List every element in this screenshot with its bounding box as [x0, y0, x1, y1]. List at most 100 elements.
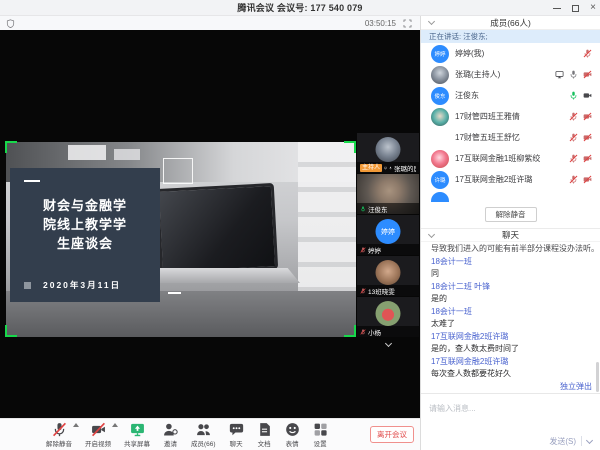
chat-input[interactable]	[429, 404, 592, 413]
avatar	[431, 129, 449, 147]
member-row[interactable]: 17财管四班王雅倩	[421, 106, 600, 127]
member-row[interactable]: 张璐(主持人)	[421, 64, 600, 85]
thumbnail-name: 张璐的屏幕共...	[394, 163, 416, 173]
thumbnail-name: 婷婷	[368, 245, 381, 255]
mic-off-icon	[569, 133, 578, 142]
share-corner-bracket	[5, 141, 17, 153]
caret-up-icon[interactable]	[112, 423, 118, 427]
chat-sender-name: 17互联网金融2班许璐	[421, 331, 600, 344]
share-corner-bracket	[5, 325, 17, 337]
member-name: 17财管四班王雅倩	[455, 111, 563, 122]
chat-scrollbar[interactable]	[596, 362, 599, 392]
avatar	[431, 66, 449, 84]
shield-icon	[6, 19, 15, 28]
slide-dash-decoration	[24, 180, 40, 182]
mic-on-icon	[360, 206, 366, 212]
toolbar-docs-button[interactable]: 文档	[257, 422, 272, 448]
member-row[interactable]: 17财管五班王舒忆	[421, 127, 600, 148]
member-row[interactable]: 许璐 17互联网金融2班许璐	[421, 169, 600, 190]
chat-icon	[229, 422, 244, 437]
avatar: 婷婷	[376, 219, 401, 244]
slide-date: 2020年3月11日	[43, 279, 121, 291]
window-title: 腾讯会议 会议号: 177 540 079	[237, 1, 362, 14]
toolbar-share-screen-button[interactable]: 共享屏幕	[124, 422, 150, 448]
avatar: 婷婷	[431, 45, 449, 63]
stage-toolbar: 03:50:15	[0, 16, 420, 30]
thumbnails-collapse-button[interactable]	[357, 339, 419, 349]
thumbnail-name: 小杨	[368, 327, 381, 337]
toolbar-unmute-button[interactable]: 解除静音	[46, 422, 72, 448]
chevron-down-icon[interactable]	[428, 18, 435, 25]
photo-shelf	[298, 142, 356, 300]
popout-chat-link[interactable]: 独立弹出	[421, 380, 600, 393]
send-button[interactable]: 发送(S)	[549, 436, 576, 447]
slide-dash-decoration	[168, 292, 181, 294]
video-thumbnail[interactable]: 汪俊东	[357, 174, 419, 214]
bottom-toolbar: 解除静音 开启视频 共享屏幕 邀请 成员(66) 聊天 文档	[0, 418, 420, 450]
camera-muted-icon	[91, 422, 106, 437]
chat-sender-name: 18会计二班 叶锋	[421, 281, 600, 294]
mic-off-icon	[360, 329, 366, 335]
chevron-down-icon[interactable]	[586, 436, 593, 443]
video-thumbnail-host-share[interactable]: 主持人 张璐的屏幕共...	[357, 133, 419, 173]
chat-panel-title: 聊天	[502, 229, 519, 241]
toolbar-start-video-button[interactable]: 开启视频	[85, 422, 111, 448]
close-button[interactable]: ×	[590, 0, 596, 16]
maximize-button[interactable]	[572, 5, 579, 12]
mic-off-icon	[569, 112, 578, 121]
chat-sender-name: 18会计一班	[421, 306, 600, 319]
toolbar-chat-button[interactable]: 聊天	[229, 422, 244, 448]
settings-icon	[313, 422, 328, 437]
member-name: 汪俊东	[455, 90, 563, 101]
member-name: 17互联网金融1班柳紫绞	[455, 153, 563, 164]
mic-on-icon	[569, 91, 578, 100]
video-thumbnail[interactable]: 小杨	[357, 297, 419, 337]
tencent-meeting-window: 腾讯会议 会议号: 177 540 079 × 03:50:15	[0, 0, 600, 450]
minimize-button[interactable]	[553, 8, 561, 9]
chat-message: 是的	[421, 293, 600, 306]
video-thumbnail[interactable]: 13班晓雯	[357, 256, 419, 296]
chevron-down-icon	[384, 339, 391, 346]
video-thumbnail[interactable]: 婷婷 婷婷	[357, 215, 419, 255]
member-row[interactable]: 婷婷 婷婷(我)	[421, 43, 600, 64]
members-panel-header: 成员(66人)	[421, 16, 600, 30]
member-name: 17互联网金融2班许璐	[455, 174, 563, 185]
mic-icon	[569, 70, 578, 79]
toolbar-settings-button[interactable]: 设置	[313, 422, 328, 448]
member-name: 婷婷(我)	[455, 48, 577, 59]
member-name: 17财管五班王舒忆	[455, 132, 563, 143]
toolbar-emoji-button[interactable]: 表情	[285, 422, 300, 448]
host-badge: 主持人	[360, 164, 382, 172]
laptop-screen	[156, 183, 278, 275]
toolbar-members-button[interactable]: 成员(66)	[191, 422, 216, 448]
thumbnail-name: 汪俊东	[368, 204, 388, 214]
divider	[581, 436, 582, 446]
mic-off-icon	[360, 288, 366, 294]
screen-share-icon	[130, 422, 145, 437]
chat-panel-header: 聊天	[421, 228, 600, 242]
chat-input-area	[421, 393, 600, 432]
camera-off-icon	[583, 175, 592, 184]
fullscreen-icon[interactable]	[403, 19, 412, 28]
leave-meeting-button[interactable]: 离开会议	[370, 426, 414, 443]
caret-up-icon[interactable]	[73, 423, 79, 427]
main-stage: 财会与金融学 院线上教学学 生座谈会 2020年3月11日 主持人 张	[0, 30, 420, 418]
camera-off-icon	[583, 133, 592, 142]
avatar	[431, 150, 449, 168]
chevron-down-icon[interactable]	[428, 231, 435, 238]
avatar	[376, 260, 401, 285]
member-row[interactable]: 17互联网金融1班柳紫绞	[421, 148, 600, 169]
toolbar-invite-button[interactable]: 邀请	[163, 422, 178, 448]
member-row[interactable]: 俊东 汪俊东	[421, 85, 600, 106]
mic-off-icon	[569, 175, 578, 184]
members-panel-title: 成员(66人)	[490, 17, 531, 29]
document-icon	[257, 422, 272, 437]
unmute-button[interactable]: 解除静音	[485, 207, 537, 222]
thumbnail-name: 13班晓雯	[368, 286, 395, 296]
camera-off-icon	[583, 112, 592, 121]
chat-send-row: 发送(S)	[421, 432, 600, 450]
share-corner-bracket	[344, 325, 356, 337]
chat-message-list[interactable]: 导致我们进入的可能有前半部分课程没办法听。 18会计一班 同 18会计二班 叶锋…	[421, 242, 600, 380]
avatar	[376, 301, 401, 326]
share-corner-bracket	[344, 141, 356, 153]
